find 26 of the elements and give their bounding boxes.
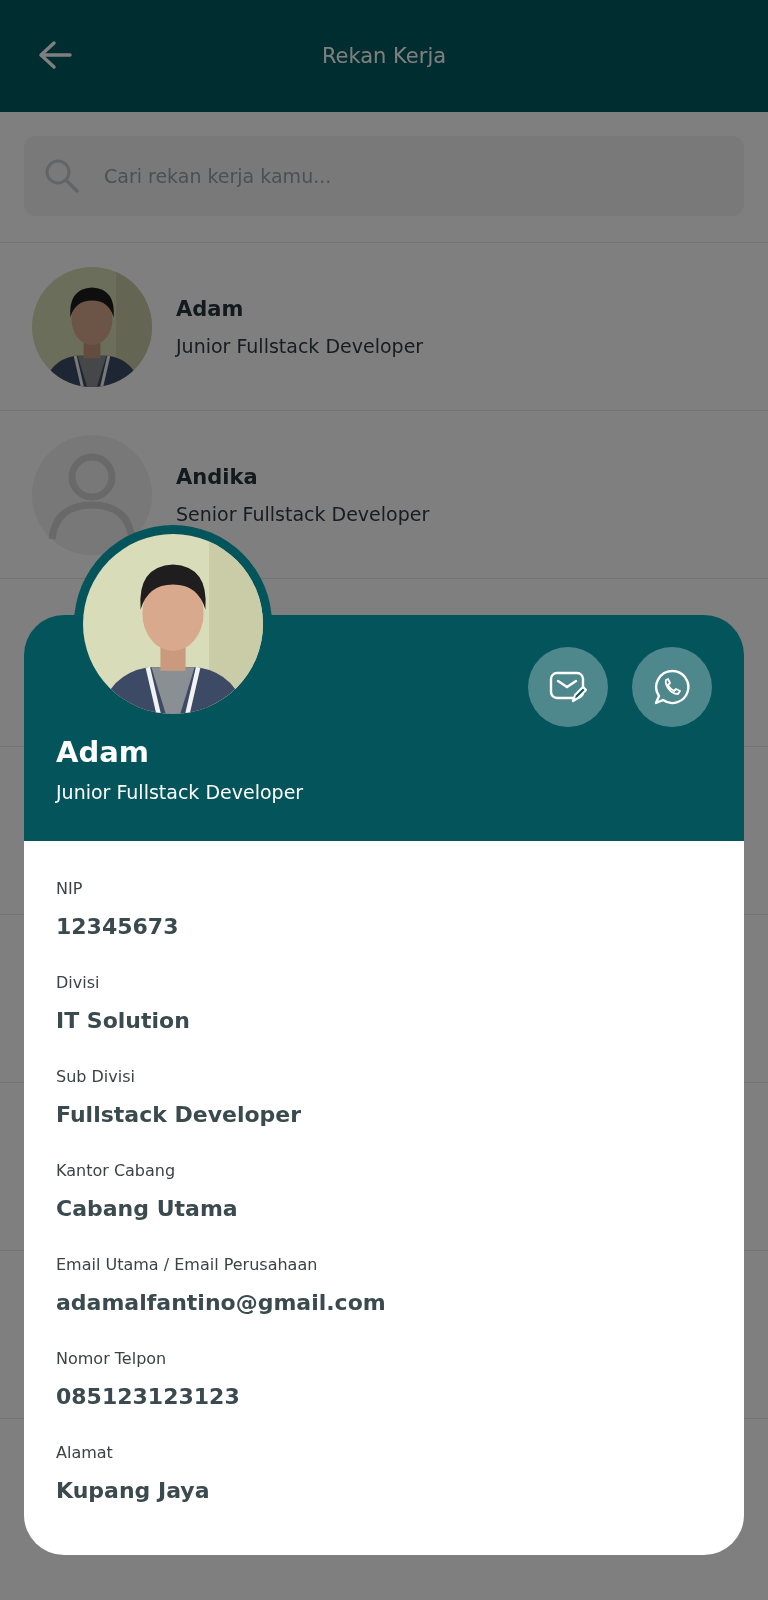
field-value: Cabang Utama bbox=[56, 1196, 239, 1221]
colleague-name: Andika bbox=[176, 464, 259, 489]
field-value: IT Solution bbox=[56, 1008, 191, 1033]
colleague-row[interactable]: Adam Junior Fullstack Developer bbox=[0, 242, 768, 410]
back-arrow-icon[interactable] bbox=[38, 40, 72, 70]
profile-position: Junior Fullstack Developer bbox=[56, 781, 305, 803]
colleague-name: Adam bbox=[176, 296, 245, 321]
colleague-position: Junior Fullstack Developer bbox=[176, 334, 424, 357]
envelope-pencil-icon bbox=[549, 671, 587, 703]
field-label: NIP bbox=[56, 879, 84, 898]
screen-title: Rekan Kerja bbox=[321, 44, 447, 68]
field-label: Sub Divisi bbox=[56, 1067, 136, 1086]
field-label: Kantor Cabang bbox=[56, 1161, 177, 1180]
field-value: Kupang Jaya bbox=[56, 1478, 211, 1503]
field-value: Fullstack Developer bbox=[56, 1102, 303, 1127]
user-icon bbox=[32, 434, 152, 555]
colleague-position: Senior Fullstack Developer bbox=[176, 502, 430, 525]
field-value: 085123123123 bbox=[56, 1384, 241, 1409]
field-label: Divisi bbox=[56, 973, 101, 992]
phone-chat-icon bbox=[653, 668, 691, 706]
field-value: 12345673 bbox=[56, 914, 180, 939]
profile-name: Adam bbox=[56, 735, 150, 769]
field-value: adamalfantino@gmail.com bbox=[56, 1290, 387, 1315]
field-label: Alamat bbox=[56, 1443, 114, 1462]
field-label: Email Utama / Email Perusahaan bbox=[56, 1255, 319, 1274]
field-label: Nomor Telpon bbox=[56, 1349, 168, 1368]
